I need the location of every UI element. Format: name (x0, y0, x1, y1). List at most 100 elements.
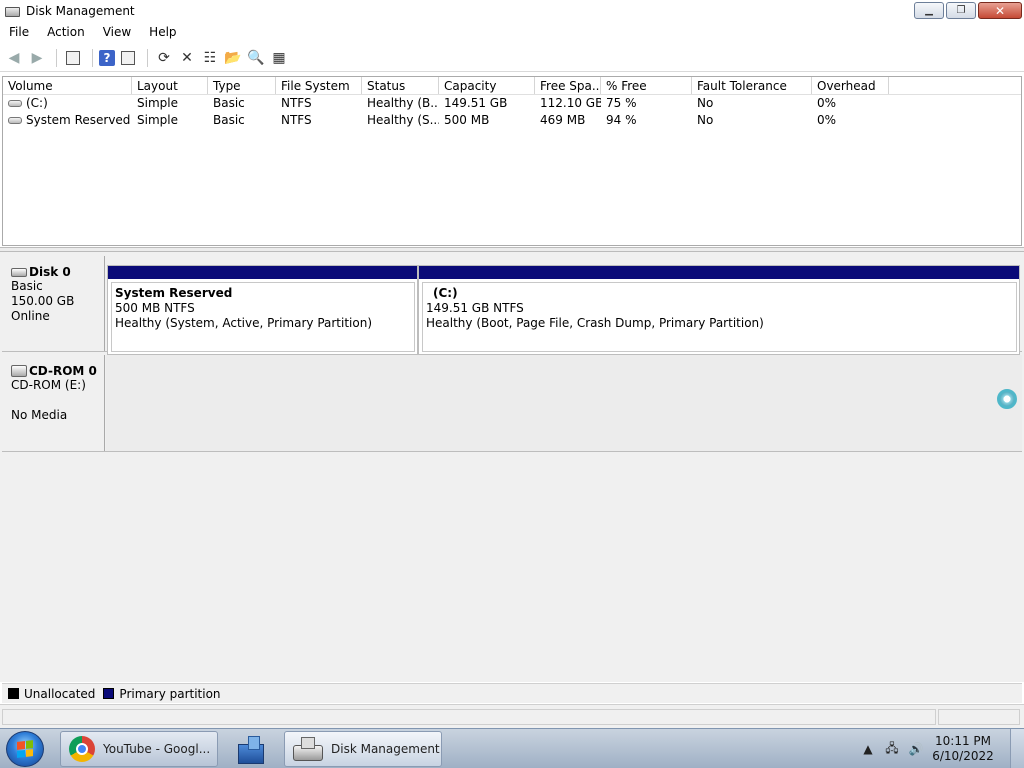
windows-logo-icon (17, 740, 33, 758)
window-controls: ▁ ❐ ✕ (912, 2, 1022, 19)
system-tray: ▲ 🖧 🔊 10:11 PM 6/10/2022 (856, 729, 1024, 768)
volume-free-space: 112.10 GB (540, 96, 601, 110)
column-status[interactable]: Status (362, 77, 439, 94)
disk-name: CD-ROM 0 (29, 364, 97, 378)
title-bar: Disk Management ▁ ❐ ✕ (0, 0, 1024, 22)
close-icon: ✕ (994, 3, 1006, 18)
explore-icon[interactable]: 🔍 (246, 48, 266, 68)
partition-c-drive[interactable]: (C:) 149.51 GB NTFS Healthy (Boot, Page … (418, 265, 1020, 355)
column-file-system[interactable]: File System (276, 77, 362, 94)
help-icon[interactable]: ? (99, 49, 115, 66)
disk-name: Disk 0 (29, 265, 71, 279)
volume-status: Healthy (B... (367, 96, 439, 110)
column-volume[interactable]: Volume (3, 77, 132, 94)
taskbar: YouTube - Googl... Disk Management ▲ 🖧 🔊… (0, 728, 1024, 768)
column-free-space[interactable]: Free Spa... (535, 77, 601, 94)
column-fault-tolerance[interactable]: Fault Tolerance (692, 77, 812, 94)
column-layout[interactable]: Layout (132, 77, 208, 94)
column-capacity[interactable]: Capacity (439, 77, 535, 94)
volume-layout: Simple (137, 96, 178, 110)
volume-icon[interactable]: 🔊 (908, 741, 924, 757)
cd-rom-0-row[interactable]: CD-ROM 0 CD-ROM (E:) No Media (2, 355, 1022, 452)
menu-view[interactable]: View (94, 22, 140, 43)
drive-icon (8, 100, 22, 107)
show-desktop-button[interactable] (1010, 729, 1024, 768)
column-type[interactable]: Type (208, 77, 276, 94)
minimize-button[interactable]: ▁ (914, 2, 944, 19)
disk-size: 150.00 GB (11, 294, 75, 308)
cd-rom-0-label[interactable]: CD-ROM 0 CD-ROM (E:) No Media (2, 355, 105, 451)
start-button[interactable] (6, 731, 44, 767)
unallocated-swatch (8, 688, 19, 699)
status-bar (0, 704, 1024, 728)
column-overhead[interactable]: Overhead (812, 77, 889, 94)
forward-icon[interactable]: ▶ (27, 48, 47, 68)
delete-icon[interactable]: ✕ (177, 48, 197, 68)
cd-rom-media-area[interactable] (106, 355, 1022, 451)
clock-date: 6/10/2022 (932, 749, 994, 763)
volume-percent-free: 75 % (606, 96, 637, 110)
window-title: Disk Management (26, 3, 135, 18)
back-icon[interactable]: ◀ (4, 48, 24, 68)
volume-type: Basic (213, 96, 245, 110)
partition-status: Healthy (Boot, Page File, Crash Dump, Pr… (426, 316, 764, 330)
settings-icon[interactable]: ▦ (269, 48, 289, 68)
show-hidden-icons-icon[interactable]: ▲ (860, 741, 876, 757)
show-action-pane-icon[interactable] (118, 48, 138, 68)
explorer-icon[interactable] (236, 734, 266, 764)
menu-action[interactable]: Action (38, 22, 94, 43)
disk-graphical-view: Disk 0 Basic 150.00 GB Online System Res… (0, 252, 1024, 682)
legend-primary-partition: Primary partition (119, 686, 221, 701)
restore-icon: ❐ (956, 5, 966, 16)
status-segment (2, 709, 936, 725)
disk-0-row[interactable]: Disk 0 Basic 150.00 GB Online System Res… (2, 256, 1022, 355)
disk-0-label[interactable]: Disk 0 Basic 150.00 GB Online (2, 256, 105, 351)
table-row[interactable]: (C:) Simple Basic NTFS Healthy (B... 149… (3, 95, 1021, 112)
legend: Unallocated Primary partition (2, 683, 1022, 703)
volume-name: (C:) (26, 96, 48, 110)
volume-file-system: NTFS (281, 96, 312, 110)
disk-management-app-icon[interactable] (4, 4, 20, 18)
properties-icon[interactable]: ☷ (200, 48, 220, 68)
restore-button[interactable]: ❐ (946, 2, 976, 19)
show-hide-console-tree-icon[interactable] (63, 48, 83, 68)
volume-type: Basic (213, 113, 245, 127)
volume-name: System Reserved (26, 113, 131, 127)
volume-list: Volume Layout Type File System Status Ca… (2, 76, 1022, 246)
open-icon[interactable]: 📂 (223, 48, 243, 68)
toolbar-separator (92, 48, 93, 67)
volume-fault-tolerance: No (697, 96, 714, 110)
refresh-icon[interactable]: ⟳ (154, 48, 174, 68)
volume-overhead: 0% (817, 96, 837, 110)
partition-system-reserved[interactable]: System Reserved 500 MB NTFS Healthy (Sys… (107, 265, 418, 355)
taskbar-disk-management[interactable]: Disk Management (284, 731, 442, 767)
toolbar: ◀ ▶ ? ⟳ ✕ ☷ 📂 🔍 ▦ (0, 44, 1024, 72)
volume-layout: Simple (137, 113, 178, 127)
chrome-icon (69, 736, 95, 762)
volume-fault-tolerance: No (697, 113, 714, 127)
partition-size: 500 MB NTFS (115, 301, 195, 315)
clock[interactable]: 10:11 PM 6/10/2022 (928, 734, 998, 764)
network-icon[interactable]: 🖧 (884, 741, 900, 757)
busy-cursor-icon (997, 389, 1017, 409)
volume-list-header: Volume Layout Type File System Status Ca… (3, 77, 1021, 95)
volume-free-space: 469 MB (540, 113, 586, 127)
menu-help[interactable]: Help (140, 22, 185, 43)
partition-status: Healthy (System, Active, Primary Partiti… (115, 316, 373, 330)
taskbar-chrome[interactable]: YouTube - Googl... (60, 731, 218, 767)
disk-state: No Media (11, 408, 68, 422)
partition-type-bar (108, 266, 417, 279)
clock-time: 10:11 PM (935, 734, 991, 748)
disk-state: Online (11, 309, 50, 323)
column-percent-free[interactable]: % Free (601, 77, 692, 94)
close-button[interactable]: ✕ (978, 2, 1022, 19)
cd-rom-icon (11, 365, 27, 377)
table-row[interactable]: System Reserved Simple Basic NTFS Health… (3, 112, 1021, 129)
partition-name: (C:) (433, 286, 458, 300)
menu-file[interactable]: File (0, 22, 38, 43)
volume-capacity: 500 MB (444, 113, 490, 127)
volume-overhead: 0% (817, 113, 837, 127)
volume-status: Healthy (S... (367, 113, 439, 127)
partition-size: 149.51 GB NTFS (426, 301, 524, 315)
volume-capacity: 149.51 GB (444, 96, 508, 110)
